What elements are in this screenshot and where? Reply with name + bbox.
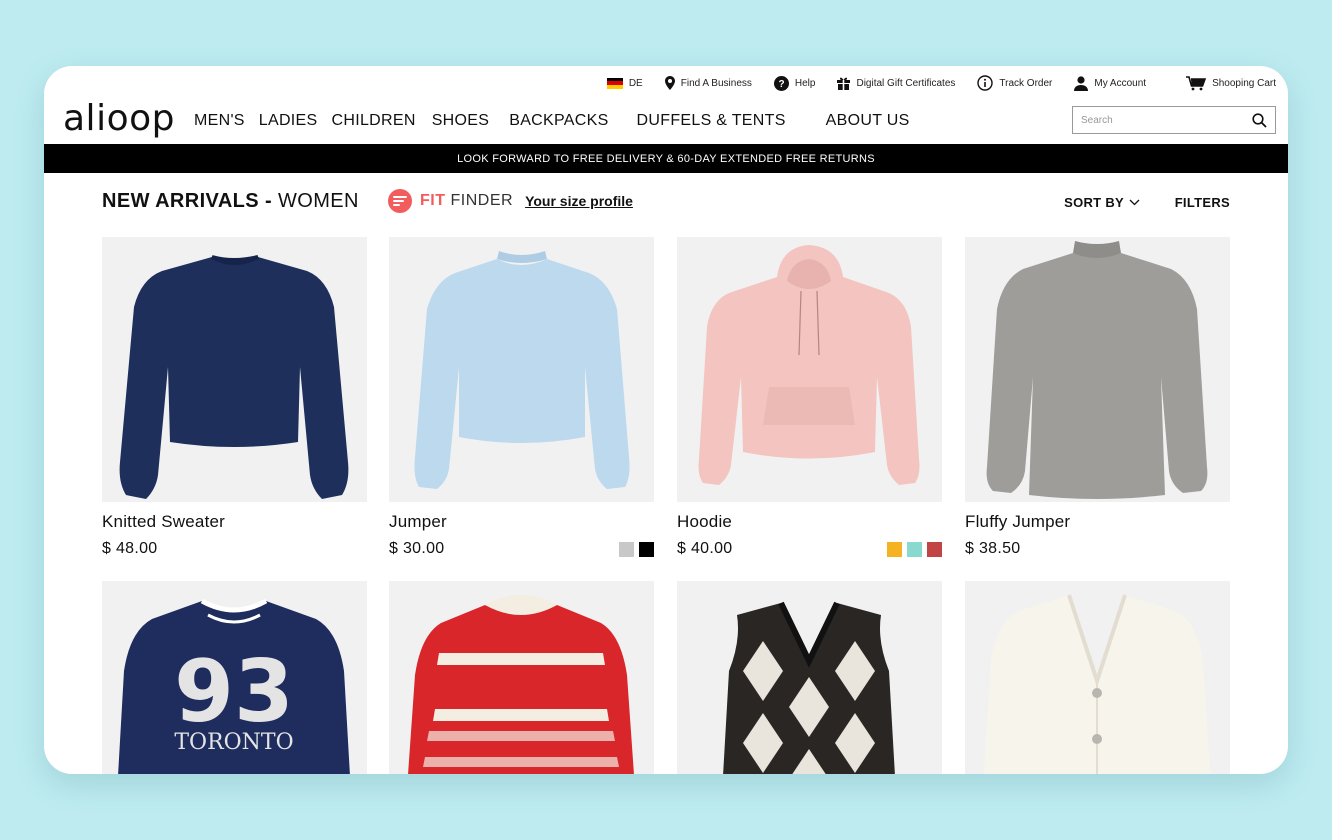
browser-window: DE Find A Business ? Help Digital Gift C… (44, 66, 1288, 774)
page-heading-row: NEW ARRIVALS - WOMEN FIT FINDER Your siz… (102, 189, 1230, 215)
nav-item-children[interactable]: CHILDREN (332, 112, 416, 130)
shopping-cart-label: Shooping Cart (1212, 77, 1276, 89)
product-price: $ 40.00 (677, 540, 733, 557)
product-name: Jumper (389, 512, 447, 531)
product-card-varsity-sweatshirt[interactable]: 93 TORONTO (102, 581, 367, 774)
track-order-label: Track Order (999, 77, 1053, 89)
page-title-bold: NEW ARRIVALS - (102, 190, 273, 212)
product-price: $ 48.00 (102, 540, 158, 557)
product-image-varsity-sweatshirt: 93 TORONTO (102, 581, 367, 774)
product-name: Knitted Sweater (102, 512, 226, 531)
svg-text:?: ? (778, 79, 784, 90)
help-label: Help (794, 77, 816, 89)
sort-by-dropdown[interactable]: SORT BY (1064, 195, 1140, 210)
track-order-link[interactable]: Track Order (977, 75, 1052, 91)
my-account-label: My Account (1094, 77, 1147, 89)
product-card-fluffy-jumper[interactable]: Fluffy Jumper $ 38.50 (965, 237, 1230, 558)
product-image-fluffy-jumper (965, 237, 1230, 502)
gift-label: Digital Gift Certificates (856, 77, 956, 89)
product-name: Hoodie (677, 512, 733, 531)
info-circle-icon (977, 75, 994, 91)
fit-finder-logo-icon (388, 189, 412, 213)
search-box (1072, 106, 1276, 134)
filters-button[interactable]: FILTERS (1175, 195, 1230, 210)
cart-icon (1186, 75, 1207, 90)
logo[interactable]: alioop (63, 98, 175, 139)
fit-word: FIT (420, 192, 446, 209)
product-card-hoodie[interactable]: Hoodie $ 40.00 (677, 237, 942, 558)
product-price-row: $ 38.50 (965, 540, 1230, 558)
product-name: Fluffy Jumper (965, 512, 1071, 531)
product-price-row: $ 30.00 (389, 540, 654, 558)
color-swatch-black[interactable] (639, 541, 654, 557)
product-image-ski-sweater (389, 581, 654, 774)
fit-finder: FIT FINDER Your size profile (388, 189, 633, 213)
color-swatch-red[interactable] (927, 541, 942, 557)
product-price-row: $ 40.00 (677, 540, 942, 558)
product-card-ski-sweater[interactable] (389, 581, 654, 774)
help-icon: ? (773, 75, 789, 91)
search-input[interactable] (1081, 114, 1252, 126)
main-nav: MEN'S LADIES CHILDREN SHOES BACKPACKS DU… (194, 112, 910, 130)
find-business-label: Find A Business (680, 77, 752, 89)
product-card-knitted-sweater[interactable]: Knitted Sweater $ 48.00 (102, 237, 367, 558)
nav-item-ladies[interactable]: LADIES (259, 112, 318, 130)
search-icon[interactable] (1252, 112, 1267, 128)
color-swatch-mint[interactable] (907, 541, 922, 557)
language-label: DE (628, 77, 643, 89)
my-account-link[interactable]: My Account (1074, 75, 1147, 91)
nav-item-shoes[interactable]: SHOES (432, 112, 490, 130)
finder-word: FINDER (450, 192, 514, 209)
sweatshirt-city-print: TORONTO (174, 730, 293, 755)
promo-banner: LOOK FORWARD TO FREE DELIVERY & 60-DAY E… (44, 144, 1288, 173)
language-selector[interactable]: DE (606, 77, 643, 89)
product-card-cardigan[interactable] (965, 581, 1230, 774)
color-swatches (887, 541, 942, 557)
sort-by-label: SORT BY (1064, 195, 1124, 210)
color-swatch-grey[interactable] (619, 541, 634, 557)
help-link[interactable]: ? Help (773, 75, 816, 91)
nav-item-backpacks[interactable]: BACKPACKS (509, 112, 608, 130)
product-image-argyle-vest (677, 581, 942, 774)
location-pin-icon (664, 76, 675, 90)
size-profile-link[interactable]: Your size profile (525, 193, 633, 209)
product-card-argyle-vest[interactable] (677, 581, 942, 774)
product-card-jumper[interactable]: Jumper $ 30.00 (389, 237, 654, 558)
nav-item-duffels-tents[interactable]: DUFFELS & TENTS (637, 112, 786, 130)
product-image-cardigan (965, 581, 1230, 774)
utility-bar: DE Find A Business ? Help Digital Gift C… (44, 74, 1276, 92)
sweatshirt-number-print: 93 (174, 642, 294, 742)
user-icon (1074, 75, 1089, 91)
color-swatch-yellow[interactable] (887, 541, 902, 557)
shopping-cart-link[interactable]: Shooping Cart (1186, 75, 1276, 91)
product-price: $ 30.00 (389, 540, 445, 557)
gift-icon (837, 77, 851, 90)
product-price: $ 38.50 (965, 540, 1021, 557)
product-image-jumper (389, 237, 654, 502)
chevron-down-icon (1129, 199, 1140, 206)
product-price-row: $ 48.00 (102, 540, 367, 558)
gift-certificates-link[interactable]: Digital Gift Certificates (837, 76, 955, 90)
color-swatches (619, 541, 654, 557)
site-header: alioop MEN'S LADIES CHILDREN SHOES BACKP… (44, 96, 1288, 144)
germany-flag-icon (606, 77, 623, 89)
page-title: NEW ARRIVALS - WOMEN (102, 190, 359, 213)
find-business-link[interactable]: Find A Business (664, 76, 752, 90)
product-image-hoodie (677, 237, 942, 502)
page-title-light: WOMEN (278, 190, 359, 212)
nav-item-about-us[interactable]: ABOUT US (826, 112, 910, 130)
product-image-knitted-sweater (102, 237, 367, 502)
nav-item-mens[interactable]: MEN'S (194, 112, 245, 130)
